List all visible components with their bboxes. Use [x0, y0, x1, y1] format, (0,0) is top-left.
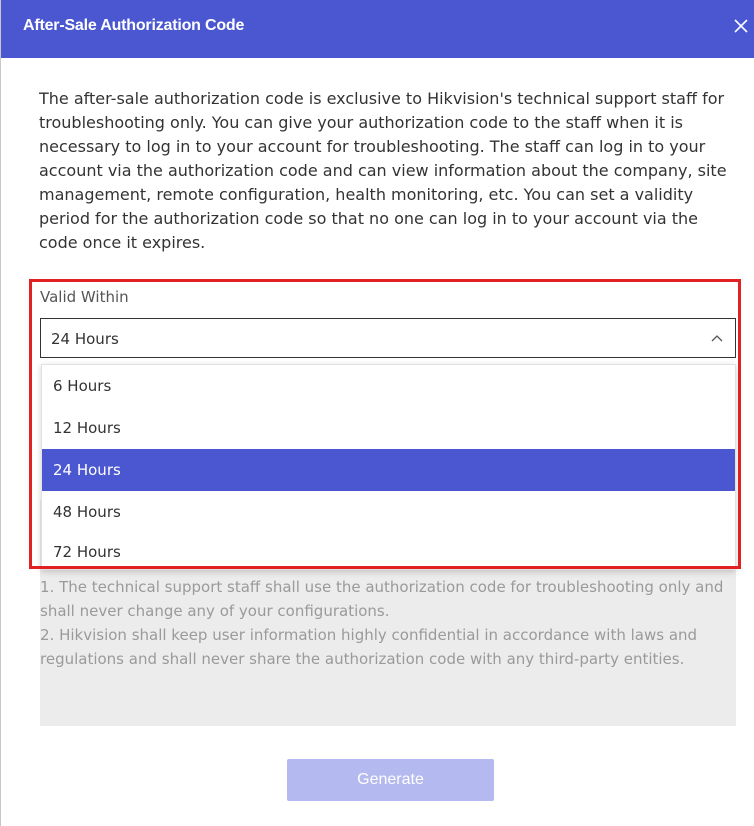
- select-value: 24 Hours: [51, 330, 119, 348]
- option-6-hours[interactable]: 6 Hours: [42, 365, 735, 407]
- authorization-dialog: After-Sale Authorization Code The after-…: [0, 0, 754, 826]
- valid-within-dropdown: 6 Hours 12 Hours 24 Hours 48 Hours 72 Ho…: [41, 364, 736, 570]
- dialog-title: After-Sale Authorization Code: [23, 17, 245, 34]
- dialog-titlebar: After-Sale Authorization Code: [1, 0, 754, 58]
- chevron-up-icon: [711, 335, 723, 342]
- valid-within-label: Valid Within: [40, 288, 129, 306]
- option-12-hours[interactable]: 12 Hours: [42, 407, 735, 449]
- close-button[interactable]: [727, 4, 754, 44]
- close-icon: [734, 19, 748, 33]
- notes-text: 1. The technical support staff shall use…: [40, 578, 724, 668]
- description-text: The after-sale authorization code is exc…: [39, 89, 727, 252]
- generate-button[interactable]: Generate: [287, 759, 494, 801]
- option-72-hours[interactable]: 72 Hours: [42, 531, 735, 573]
- valid-within-select[interactable]: 24 Hours: [40, 318, 736, 358]
- option-24-hours[interactable]: 24 Hours: [42, 449, 735, 491]
- option-48-hours[interactable]: 48 Hours: [42, 491, 735, 533]
